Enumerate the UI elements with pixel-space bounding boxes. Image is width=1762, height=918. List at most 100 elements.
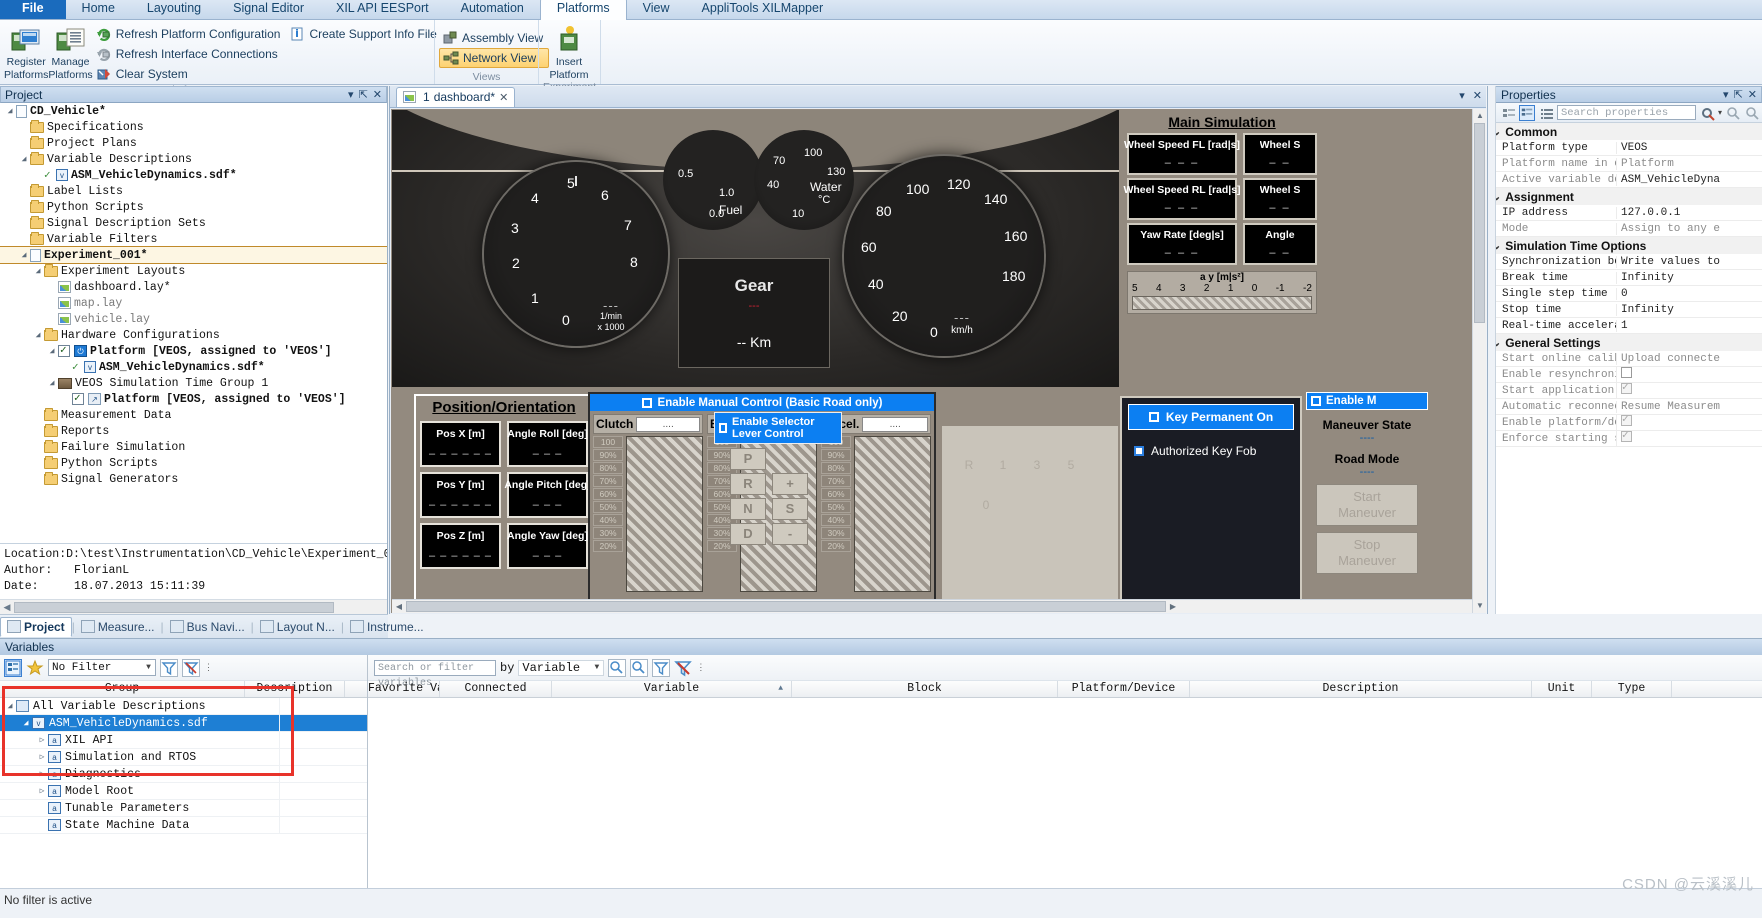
find-next-icon[interactable] xyxy=(630,658,649,677)
project-tree-item[interactable]: map.lay xyxy=(0,295,387,311)
gear-button-d[interactable]: D xyxy=(730,523,766,545)
dashboard-vertical-scrollbar[interactable]: ▲ ▼ xyxy=(1472,109,1486,613)
property-row[interactable]: Enforce starting simul... xyxy=(1488,431,1762,447)
project-tree-item[interactable]: dashboard.lay* xyxy=(0,279,387,295)
property-value[interactable]: Infinity xyxy=(1616,303,1762,316)
dashboard-horizontal-scrollbar[interactable]: ◀ ▶ xyxy=(392,599,1473,613)
properties-list[interactable]: ⌄ Common Platform type VEOS Platform name in… xyxy=(1488,123,1762,614)
property-checkbox[interactable] xyxy=(1616,415,1762,430)
properties-splitter[interactable] xyxy=(1488,86,1496,614)
property-row[interactable]: Start application auto... xyxy=(1488,383,1762,399)
property-group-header[interactable]: ⌄ Simulation Time Options xyxy=(1488,237,1762,254)
gear-button-n[interactable]: N xyxy=(730,498,766,520)
pedal-clutch-slider[interactable] xyxy=(626,436,703,592)
project-tree-item[interactable]: ◢ ⏻Platform [VEOS, assigned to 'VEOS'] xyxy=(0,343,387,359)
property-value[interactable]: 0 xyxy=(1616,287,1762,300)
project-tree-item[interactable]: ◢ Experiment_001* xyxy=(0,246,387,264)
document-tab-dashboard[interactable]: 1 dashboard* ✕ xyxy=(396,87,516,107)
project-tree[interactable]: ◢ CD_Vehicle* Specifications Project Plans ◢… xyxy=(0,103,387,543)
chevron-right-icon[interactable]: ▷ xyxy=(36,786,48,796)
variables-group-row[interactable]: a Tunable Parameters xyxy=(0,800,367,817)
column-header-group[interactable]: Group xyxy=(0,681,245,697)
properties-search-input[interactable]: Search properties xyxy=(1557,105,1696,120)
variable-filter-select[interactable]: No Filter ▼ xyxy=(48,659,156,676)
project-tree-item[interactable]: Label Lists xyxy=(0,183,387,199)
gear-button-p[interactable]: P xyxy=(730,448,766,470)
property-value[interactable]: Platform xyxy=(1616,157,1762,170)
project-tree-item[interactable]: Measurement Data xyxy=(0,407,387,423)
gear-button-plus[interactable]: + xyxy=(772,473,808,495)
project-tree-item[interactable]: Specifications xyxy=(0,119,387,135)
property-row[interactable]: Real-time acceleration...1 xyxy=(1488,318,1762,334)
property-group-header[interactable]: ⌄ General Settings xyxy=(1488,334,1762,351)
property-group-header[interactable]: ⌄ Assignment xyxy=(1488,188,1762,205)
chevron-down-icon[interactable]: ◢ xyxy=(4,106,16,116)
chevron-down-icon[interactable]: ◢ xyxy=(18,250,30,260)
dashboard-vscroll-thumb[interactable] xyxy=(1474,123,1485,323)
property-row[interactable]: Active variable descri...ASM_VehicleDyna xyxy=(1488,172,1762,188)
property-row[interactable]: Start online calibrati...Upload connecte xyxy=(1488,351,1762,367)
ribbon-tab-applitools-xilmapper[interactable]: AppliTools XILMapper xyxy=(686,0,840,19)
property-checkbox[interactable] xyxy=(1616,367,1762,382)
properties-pin-icon[interactable]: ⇱ xyxy=(1734,88,1743,101)
enable-manual-control-toggle[interactable]: Enable Manual Control (Basic Road only) xyxy=(590,394,934,411)
enable-maneuver-checkbox[interactable] xyxy=(1311,396,1321,406)
chevron-right-icon[interactable]: ▷ xyxy=(36,735,48,745)
manage-platforms-button[interactable]: Manage Platforms xyxy=(48,22,93,81)
chevron-right-icon[interactable]: ▷ xyxy=(36,769,48,779)
variables-toolbar-overflow-icon[interactable]: ⋮ xyxy=(696,662,705,673)
column-header-variable[interactable]: Variable ▲ xyxy=(552,681,792,697)
ribbon-tab-signal-editor[interactable]: Signal Editor xyxy=(217,0,320,19)
property-row[interactable]: Break time Infinity xyxy=(1488,270,1762,286)
property-checkbox[interactable] xyxy=(1616,383,1762,398)
scroll-left-arrow-icon[interactable]: ◀ xyxy=(0,602,14,613)
create-support-info-file-button[interactable]: Create Support Info File xyxy=(286,24,442,44)
property-value[interactable]: Resume Measurem xyxy=(1616,400,1762,413)
search-by-select[interactable]: Variable ▼ xyxy=(518,659,605,676)
gear-button-s[interactable]: S xyxy=(772,498,808,520)
project-tree-item[interactable]: ↗Platform [VEOS, assigned to 'VEOS'] xyxy=(0,391,387,407)
property-value[interactable]: 1 xyxy=(1616,319,1762,332)
variables-apply-filter-icon[interactable] xyxy=(652,658,671,677)
project-tree-item[interactable]: Failure Simulation xyxy=(0,439,387,455)
project-tree-item[interactable]: ◢ CD_Vehicle* xyxy=(0,103,387,119)
project-tree-item[interactable]: ◢ Variable Descriptions xyxy=(0,151,387,167)
variables-group-rows[interactable]: ◢ All Variable Descriptions ◢ v ASM_VehicleD… xyxy=(0,698,367,834)
clear-filter-icon[interactable] xyxy=(182,658,200,677)
checkbox-checked-icon[interactable] xyxy=(1621,431,1632,442)
column-header-type[interactable]: Type xyxy=(1592,681,1672,697)
checkbox-checked-icon[interactable] xyxy=(1621,415,1632,426)
ribbon-tab-platforms[interactable]: Platforms xyxy=(539,0,627,20)
property-value[interactable]: Assign to any e xyxy=(1616,222,1762,235)
bottom-tab-measure[interactable]: Measure... xyxy=(75,618,161,636)
properties-settings-dropdown-icon[interactable]: ▾ xyxy=(1718,108,1722,117)
chevron-down-icon[interactable]: ◢ xyxy=(32,330,44,340)
properties-zoom-out-icon[interactable] xyxy=(1725,105,1741,121)
variables-clear-filter-icon[interactable] xyxy=(674,659,693,677)
panel-pin-icon[interactable]: ⇱ xyxy=(359,88,368,101)
toolbar-overflow-icon[interactable]: ⋮ xyxy=(204,662,213,673)
column-header-favorite-var[interactable]: Favorite Var xyxy=(368,681,440,697)
project-tree-item[interactable]: ◢ Hardware Configurations xyxy=(0,327,387,343)
show-groups-icon[interactable] xyxy=(4,658,22,677)
column-header-block[interactable]: Block xyxy=(792,681,1058,697)
variables-group-row[interactable]: a State Machine Data xyxy=(0,817,367,834)
dashboard-canvas[interactable]: 0 1 2 3 4 5 6 7 8 --- 1/min x 1000 0.5 0… xyxy=(391,109,1486,613)
apply-filter-icon[interactable] xyxy=(160,658,178,677)
keypad-button-1[interactable]: 1 xyxy=(990,454,1016,476)
chevron-down-icon[interactable]: ◢ xyxy=(18,154,30,164)
property-row[interactable]: Enable resynchronization xyxy=(1488,367,1762,383)
ribbon-tab-home[interactable]: Home xyxy=(66,0,131,19)
project-tree-item[interactable]: vehicle.lay xyxy=(0,311,387,327)
clear-system-button[interactable]: Clear System xyxy=(93,64,287,84)
property-row[interactable]: Mode Assign to any e xyxy=(1488,221,1762,237)
property-group-header[interactable]: ⌄ Common xyxy=(1488,123,1762,140)
keypad-button-5[interactable]: 5 xyxy=(1058,454,1084,476)
bottom-tab-instrume[interactable]: Instrume... xyxy=(344,618,430,636)
column-header-platform-device[interactable]: Platform/Device xyxy=(1058,681,1190,697)
chevron-down-icon[interactable]: ▼ xyxy=(142,663,155,672)
bottom-tab-project[interactable]: Project xyxy=(0,616,72,637)
panel-menu-icon[interactable]: ▾ xyxy=(348,88,354,101)
property-row[interactable]: Platform type VEOS xyxy=(1488,140,1762,156)
key-permanent-on-toggle[interactable]: Key Permanent On xyxy=(1128,404,1294,430)
